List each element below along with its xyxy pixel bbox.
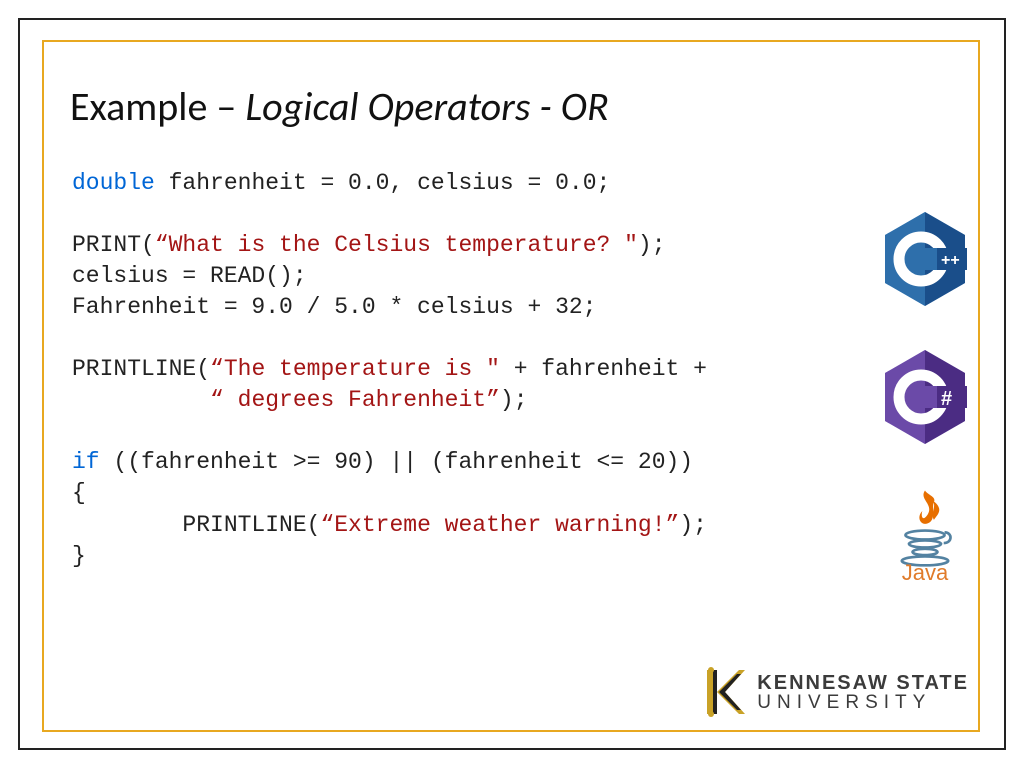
title-plain: Example – bbox=[70, 82, 245, 131]
printline-str1: “The temperature is " bbox=[210, 356, 500, 382]
print-string: “What is the Celsius temperature? " bbox=[155, 232, 638, 258]
read-line: celsius = READ(); bbox=[72, 263, 307, 289]
printline-indent bbox=[72, 387, 210, 413]
code-block: double fahrenheit = 0.0, celsius = 0.0; … bbox=[72, 168, 707, 572]
decl-rest: fahrenheit = 0.0, celsius = 0.0; bbox=[155, 170, 610, 196]
keyword-if: if bbox=[72, 449, 100, 475]
printline-mid: + fahrenheit + bbox=[500, 356, 707, 382]
ksu-logo: KENNESAW STATE UNIVERSITY bbox=[699, 666, 969, 718]
logo-stack: ++ # Java bbox=[881, 210, 969, 586]
keyword-double: double bbox=[72, 170, 155, 196]
ksu-text: KENNESAW STATE UNIVERSITY bbox=[757, 673, 969, 712]
print-close: ); bbox=[638, 232, 666, 258]
ksu-seal-icon bbox=[699, 666, 747, 718]
svg-text:#: # bbox=[941, 388, 952, 410]
java-label: Java bbox=[902, 560, 948, 586]
ksu-line1: KENNESAW STATE bbox=[757, 673, 969, 693]
if-cond: ((fahrenheit >= 90) || (fahrenheit <= 20… bbox=[100, 449, 694, 475]
brace-close: } bbox=[72, 543, 86, 569]
body-indent: PRINTLINE( bbox=[72, 512, 320, 538]
java-logo-icon bbox=[890, 486, 960, 568]
body-str: “Extreme weather warning!” bbox=[320, 512, 679, 538]
title-italic: Logical Operators - OR bbox=[245, 82, 608, 131]
printline-close: ); bbox=[500, 387, 528, 413]
cpp-logo-icon: ++ bbox=[881, 210, 969, 308]
svg-text:++: ++ bbox=[941, 252, 960, 269]
brace-open: { bbox=[72, 480, 86, 506]
csharp-logo-icon: # bbox=[881, 348, 969, 446]
ksu-line2: UNIVERSITY bbox=[757, 693, 969, 712]
printline-str2: “ degrees Fahrenheit” bbox=[210, 387, 500, 413]
body-close: ); bbox=[679, 512, 707, 538]
printline-open: PRINTLINE( bbox=[72, 356, 210, 382]
print-open: PRINT( bbox=[72, 232, 155, 258]
slide-title: Example – Logical Operators - OR bbox=[70, 82, 609, 131]
calc-line: Fahrenheit = 9.0 / 5.0 * celsius + 32; bbox=[72, 294, 597, 320]
java-logo: Java bbox=[890, 486, 960, 586]
